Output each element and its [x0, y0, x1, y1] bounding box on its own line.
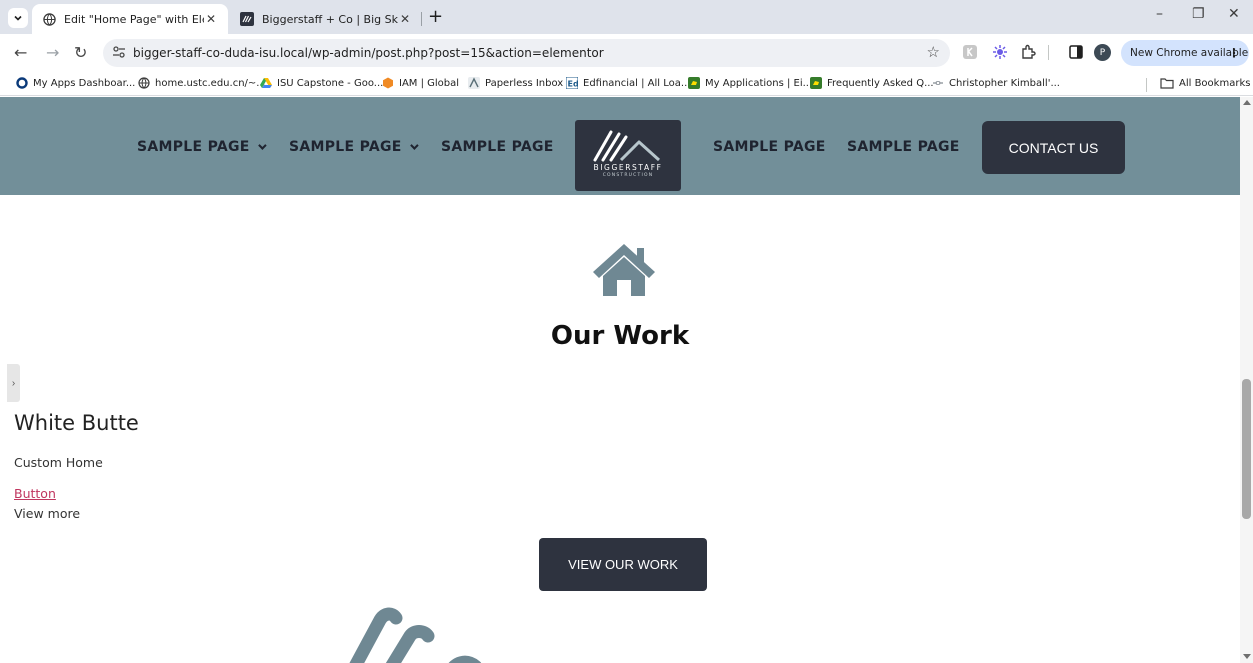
bookmark-label: All Bookmarks	[1179, 77, 1251, 89]
svg-text:Ed: Ed	[568, 80, 579, 89]
contact-us-button[interactable]: CONTACT US	[982, 121, 1125, 174]
nav-sample-page-5[interactable]: SAMPLE PAGE	[847, 139, 960, 155]
footer-logo-mark-icon	[349, 607, 482, 663]
bookmark-item[interactable]: home.ustc.edu.cn/~...	[138, 77, 266, 89]
bookmark-label: Christopher Kimball'...	[949, 77, 1060, 89]
new-tab-button[interactable]: +	[428, 6, 443, 27]
project-title: White Butte	[14, 411, 139, 435]
deere-icon	[810, 77, 822, 89]
browser-toolbar: ← → ↻ bigger-staff-co-duda-isu.local/wp-…	[0, 34, 1253, 72]
globe-icon	[138, 77, 150, 89]
tab-separator	[421, 12, 422, 26]
project-view-more: View more	[14, 506, 81, 521]
bookmark-label: Edfinancial | All Loa...	[583, 77, 691, 89]
site-settings-icon[interactable]	[112, 45, 126, 59]
profile-avatar[interactable]: P	[1094, 44, 1111, 61]
site-logo[interactable]: BIGGERSTAFF CONSTRUCTION	[575, 120, 681, 191]
close-window-button[interactable]: ✕	[1228, 6, 1240, 22]
hex-icon	[382, 77, 394, 89]
chevron-down-icon	[257, 141, 267, 150]
scroll-down-arrow-icon[interactable]	[1243, 654, 1251, 659]
chevron-down-icon	[409, 141, 419, 150]
tab-close-button[interactable]: ✕	[204, 12, 218, 26]
nav-sample-page-4[interactable]: SAMPLE PAGE	[713, 139, 826, 155]
biggerstaff-favicon-icon	[240, 12, 254, 26]
project-subtitle: Custom Home	[14, 455, 103, 470]
paperless-icon	[468, 77, 480, 89]
scroll-up-arrow-icon[interactable]	[1243, 100, 1251, 105]
nav-sample-page-2[interactable]: SAMPLE PAGE	[289, 139, 419, 155]
ed-icon: Ed	[565, 76, 579, 90]
bookmark-item[interactable]: IAM | Global	[382, 77, 459, 89]
google-drive-icon	[260, 77, 272, 89]
site-header: SAMPLE PAGE SAMPLE PAGE SAMPLE PAGE BIGG…	[0, 97, 1240, 195]
bookmark-item[interactable]: My Applications | Ei...	[688, 77, 812, 89]
bookmark-item[interactable]: Frequently Asked Q...	[810, 77, 934, 89]
bookmark-label: My Apps Dashboar...	[33, 77, 136, 89]
all-bookmarks-button[interactable]: All Bookmarks	[1160, 77, 1250, 89]
tab-elementor-editor[interactable]: Edit "Home Page" with Elementor ✕	[32, 4, 228, 34]
bookmark-item[interactable]: Christopher Kimball'...	[932, 77, 1060, 89]
logo-subtitle: CONSTRUCTION	[602, 173, 654, 178]
bookmark-label: ISU Capstone - Goo...	[277, 77, 384, 89]
page-scrollbar[interactable]	[1240, 97, 1253, 663]
reload-button[interactable]: ↻	[74, 43, 87, 62]
link-icon	[932, 77, 944, 89]
toolbar-separator	[1048, 45, 1049, 60]
bookmark-label: home.ustc.edu.cn/~...	[155, 77, 266, 89]
forward-button[interactable]: →	[46, 43, 59, 62]
bookmarks-separator	[1146, 78, 1147, 92]
nav-sample-page-1[interactable]: SAMPLE PAGE	[137, 139, 267, 155]
nav-label: SAMPLE PAGE	[441, 139, 554, 155]
url-text[interactable]: bigger-staff-co-duda-isu.local/wp-admin/…	[133, 46, 604, 60]
tab-title: Biggerstaff + Co | Big Sky Montana	[262, 12, 398, 26]
nav-label: SAMPLE PAGE	[713, 139, 826, 155]
browser-tab-strip: Edit "Home Page" with Elementor ✕ Bigger…	[0, 0, 1253, 34]
tab-title: Edit "Home Page" with Elementor	[64, 12, 204, 26]
bookmark-label: Paperless Inbox	[485, 77, 564, 89]
address-bar[interactable]: bigger-staff-co-duda-isu.local/wp-admin/…	[103, 39, 950, 67]
minimize-button[interactable]: –	[1156, 6, 1163, 22]
restore-button[interactable]: ❐	[1192, 6, 1205, 22]
bookmark-label: My Applications | Ei...	[705, 77, 813, 89]
nav-sample-page-3[interactable]: SAMPLE PAGE	[441, 139, 554, 155]
circle-o-icon	[16, 77, 28, 89]
home-icon	[593, 244, 655, 296]
new-chrome-available-button[interactable]: New Chrome available ⋮	[1121, 40, 1249, 66]
bookmark-item[interactable]: ISU Capstone - Goo...	[260, 77, 383, 89]
panel-toggle-button[interactable]: ›	[7, 364, 20, 402]
page-viewport: SAMPLE PAGE SAMPLE PAGE SAMPLE PAGE BIGG…	[0, 97, 1240, 663]
deere-icon	[688, 77, 700, 89]
logo-mark-icon	[593, 130, 661, 162]
side-panel-icon[interactable]	[1068, 44, 1084, 60]
bookmark-item[interactable]: My Apps Dashboar...	[16, 77, 135, 89]
bookmark-label: IAM | Global	[399, 77, 460, 89]
nav-label: SAMPLE PAGE	[289, 139, 402, 155]
section-title: Our Work	[550, 321, 690, 351]
scroll-thumb[interactable]	[1242, 379, 1251, 519]
nav-label: SAMPLE PAGE	[137, 139, 250, 155]
globe-icon	[42, 12, 56, 26]
view-our-work-button[interactable]: VIEW OUR WORK	[539, 538, 707, 591]
chevron-down-icon	[14, 15, 22, 21]
bookmark-star-icon[interactable]: ☆	[927, 43, 940, 61]
tab-search-button[interactable]	[8, 8, 28, 28]
extension-k-icon[interactable]	[962, 44, 978, 60]
chrome-menu-icon[interactable]: ⋮	[1228, 46, 1240, 60]
logo-name: BIGGERSTAFF	[593, 163, 663, 172]
tab-close-button[interactable]: ✕	[398, 12, 412, 26]
folder-icon	[1160, 77, 1174, 89]
nav-label: SAMPLE PAGE	[847, 139, 960, 155]
tab-biggerstaff-site[interactable]: Biggerstaff + Co | Big Sky Montana ✕	[230, 4, 422, 34]
bookmarks-bar: My Apps Dashboar... home.ustc.edu.cn/~..…	[0, 72, 1253, 96]
extension-gear-icon[interactable]	[992, 44, 1008, 60]
bookmark-item[interactable]: Ed Edfinancial | All Loa...	[565, 76, 691, 90]
project-button-link[interactable]: Button	[14, 486, 56, 501]
bookmark-label: Frequently Asked Q...	[827, 77, 934, 89]
extensions-puzzle-icon[interactable]	[1020, 44, 1036, 60]
back-button[interactable]: ←	[14, 43, 27, 62]
bookmark-item[interactable]: Paperless Inbox	[468, 77, 563, 89]
